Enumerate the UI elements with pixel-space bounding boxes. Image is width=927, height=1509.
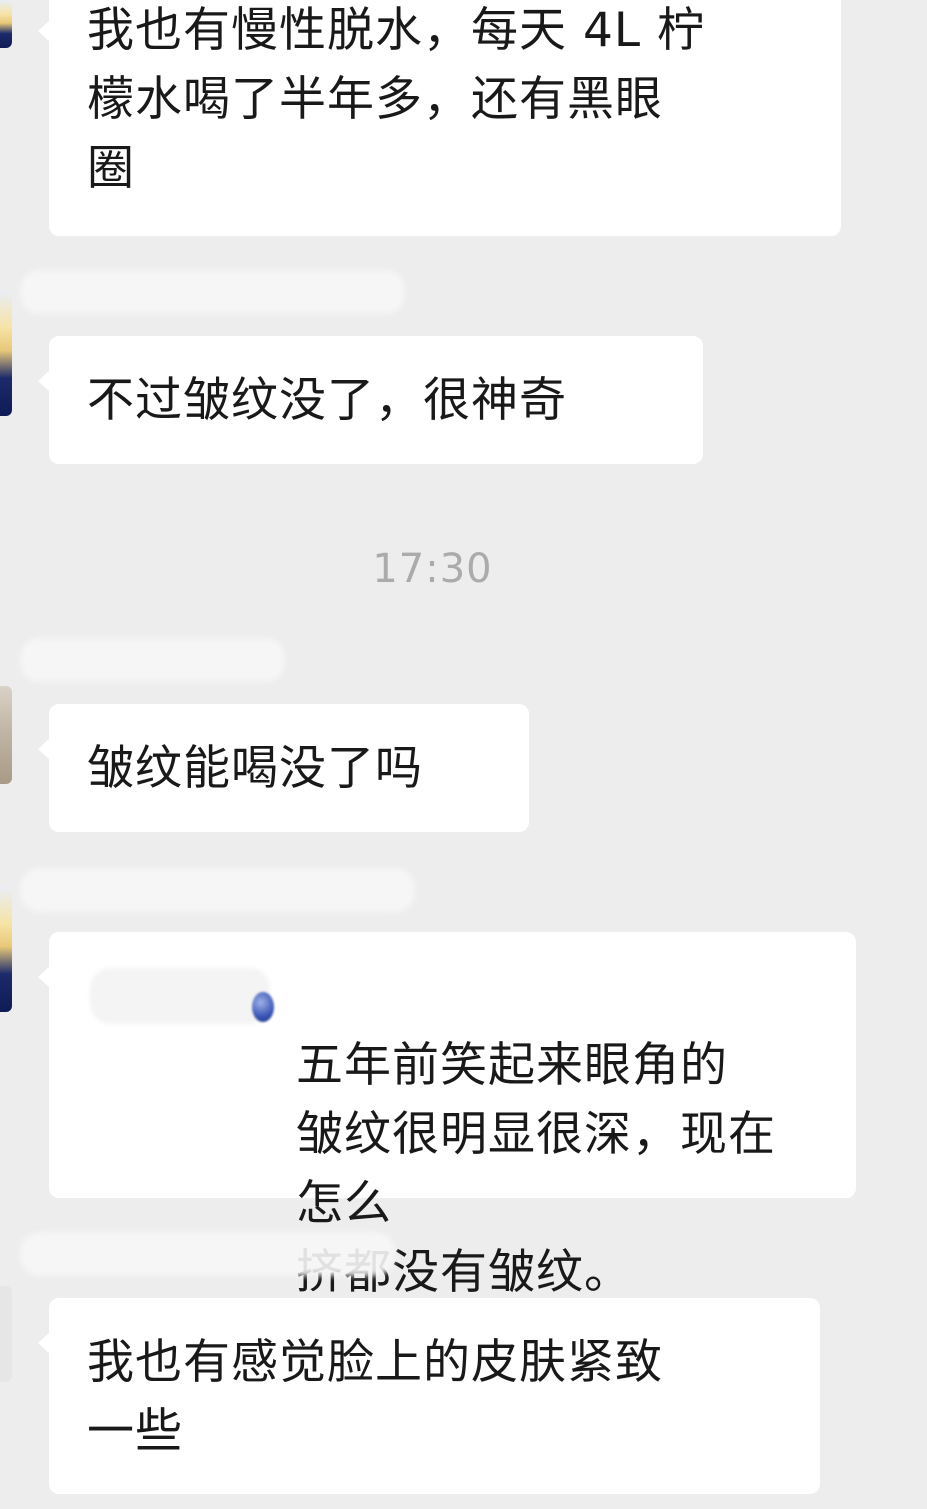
message-bubble[interactable]: 不过皱纹没了，很神奇 — [38, 336, 703, 464]
sender-avatar[interactable] — [0, 1286, 12, 1382]
sender-nickname-redacted — [20, 868, 415, 912]
sender-nickname-redacted — [20, 1232, 395, 1276]
sender-avatar[interactable] — [0, 886, 12, 1012]
redacted-emoji — [252, 992, 274, 1022]
sender-avatar[interactable] — [0, 686, 12, 784]
redacted-mention — [90, 968, 270, 1024]
sender-avatar[interactable] — [0, 290, 12, 416]
sender-nickname-redacted — [20, 638, 285, 682]
message-bubble[interactable]: 皱纹能喝没了吗 — [38, 704, 529, 832]
sender-avatar[interactable] — [0, 0, 12, 48]
message-bubble[interactable]: 我也有感觉脸上的皮肤紧致 一些 — [38, 1298, 820, 1494]
message-timestamp: 17:30 — [372, 546, 493, 592]
message-bubble[interactable]: 我也有慢性脱水，每天 4L 柠 檬水喝了半年多，还有黑眼 圈 — [38, 0, 841, 236]
chat-conversation: 我也有慢性脱水，每天 4L 柠 檬水喝了半年多，还有黑眼 圈 不过皱纹没了，很神… — [0, 0, 927, 1509]
sender-nickname-redacted — [20, 270, 405, 314]
